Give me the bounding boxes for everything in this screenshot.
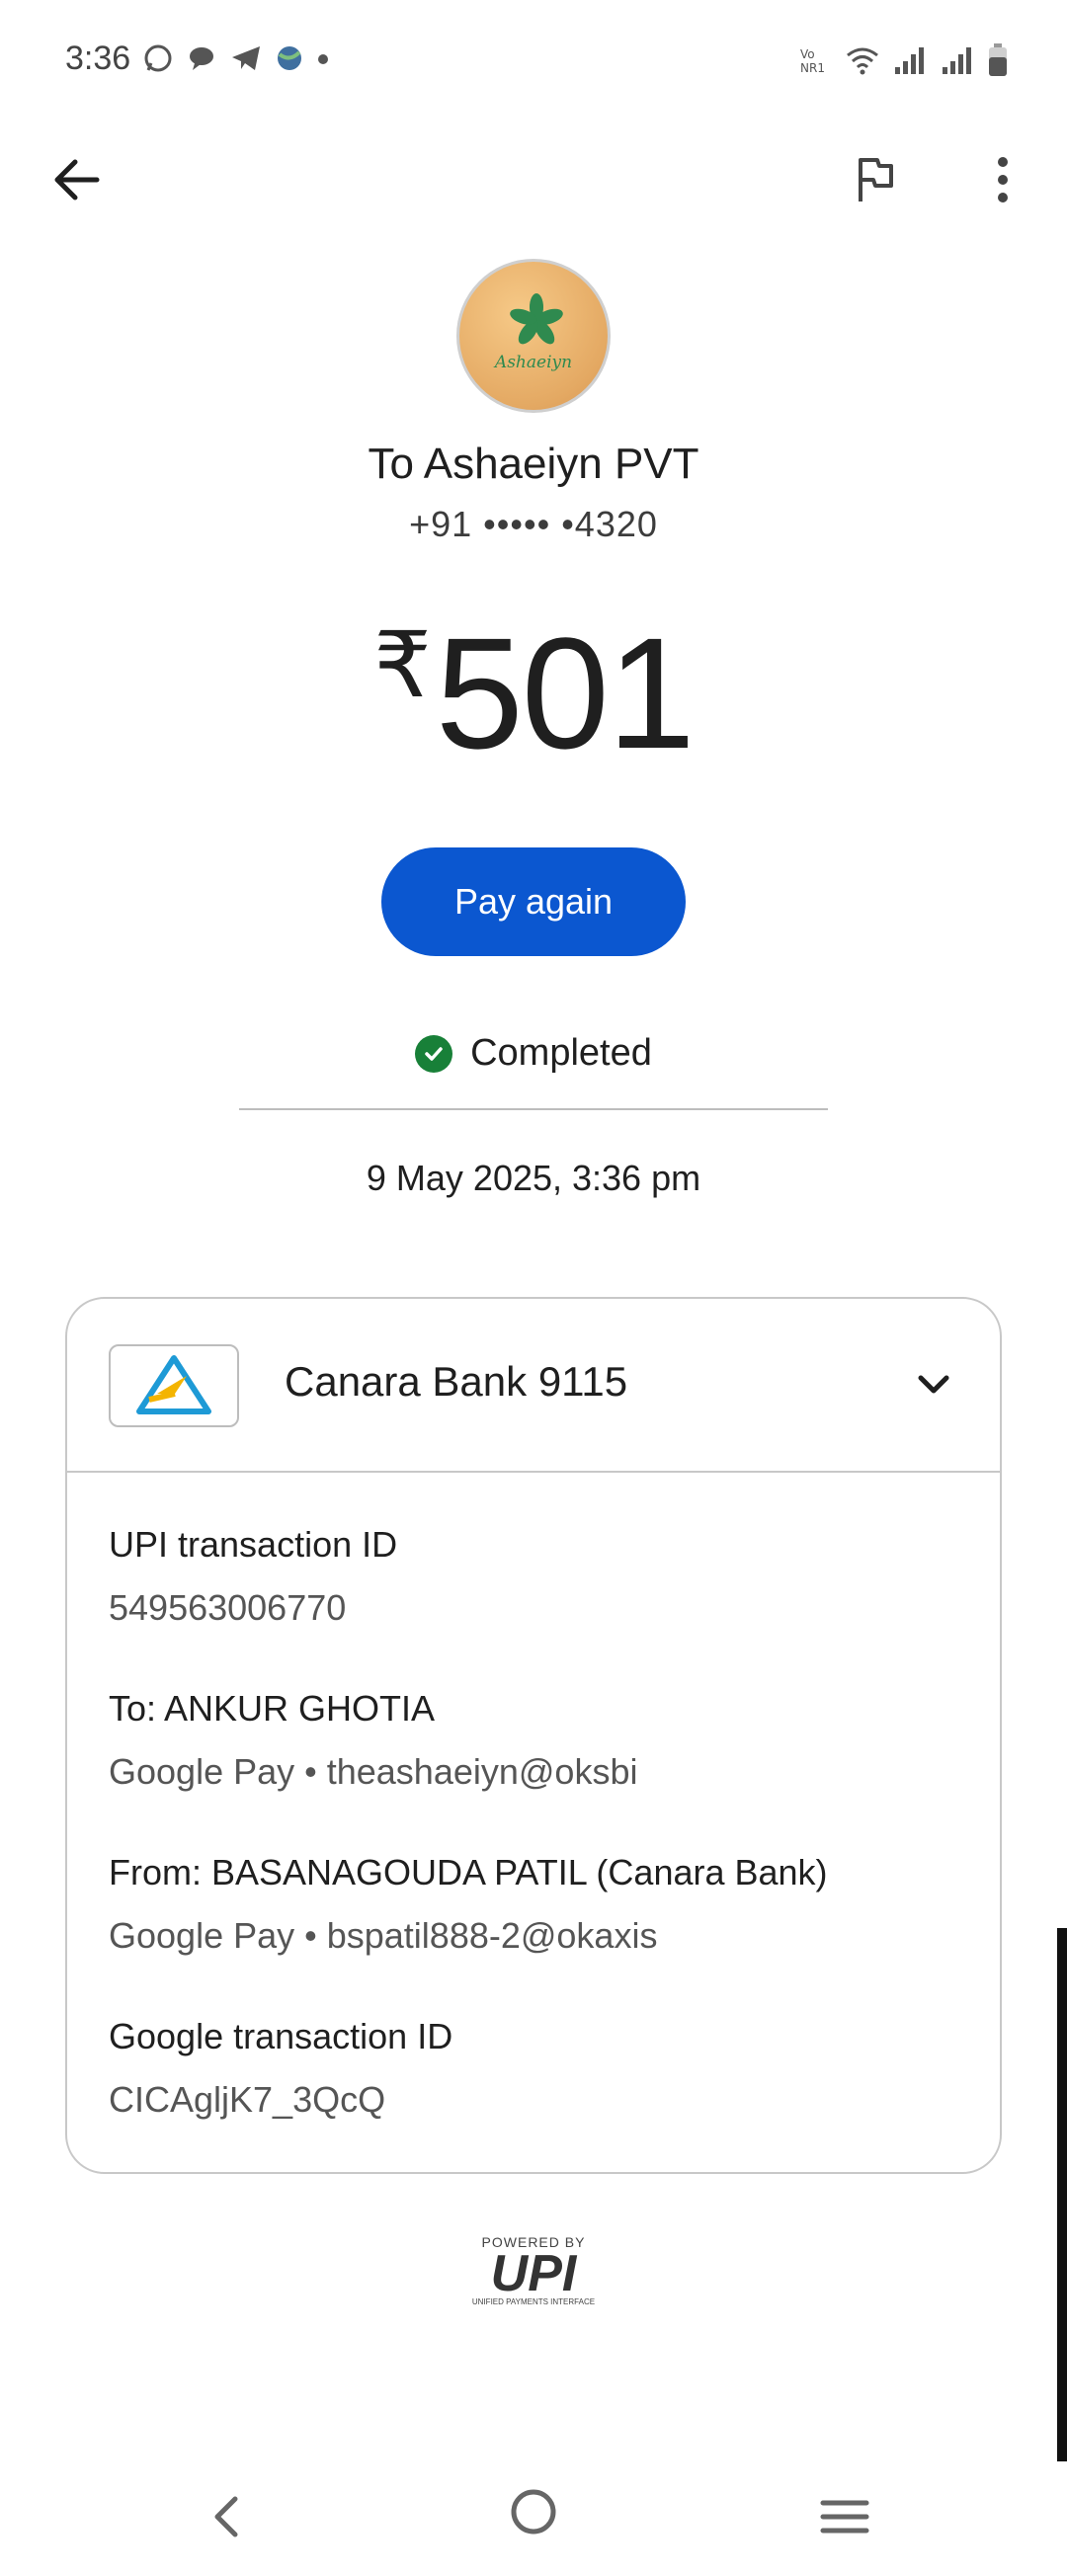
amount-value: 501 [435,604,696,781]
to-account: To: ANKUR GHOTIA Google Pay • theashaeiy… [109,1688,978,1793]
from-account: From: BASANAGOUDA PATIL (Canara Bank) Go… [109,1852,978,1957]
detail-label: From: BASANAGOUDA PATIL (Canara Bank) [109,1852,828,1892]
recipient-name: To Ashaeiyn PVT [368,440,699,488]
signal-sim2-icon [941,45,974,80]
browser-icon [276,44,303,77]
whatsapp-icon [143,43,173,78]
arrow-back-icon [54,159,100,201]
volte-icon: Vo NR1 [798,45,832,80]
detail-label: UPI transaction ID [109,1524,398,1565]
signal-sim1-icon [893,45,927,80]
more-vert-icon [998,157,1008,202]
transaction-date-time: 9 May 2025, 3:36 pm [366,1158,701,1198]
nav-home-button[interactable] [509,2487,558,2536]
detail-value: Google Pay • bspatil888-2@okaxis [109,1915,658,1956]
canara-bank-icon [136,1355,211,1414]
system-nav-bar [0,2469,1067,2576]
avatar-logo-text: Ashaeiyn [494,353,573,372]
transaction-details-card: Canara Bank 9115 UPI transaction ID 5495… [65,1297,1002,2174]
chat-bubble-icon [187,43,216,78]
scrollbar[interactable] [1057,1928,1067,2461]
more-notifications-dot-icon [317,52,329,70]
transaction-status: Completed [0,1032,1067,1075]
notification-icons [143,43,329,78]
pay-again-button[interactable]: Pay again [381,847,686,956]
detail-label: To: ANKUR GHOTIA [109,1688,436,1729]
battery-icon [988,43,1008,82]
bank-name: Canara Bank 9115 [285,1358,628,1405]
bank-account-row[interactable]: Canara Bank 9115 [67,1299,1000,1473]
expand-button[interactable] [909,1360,958,1409]
upi-subtext: UNIFIED PAYMENTS INTERFACE [471,2297,596,2306]
bank-logo [109,1344,239,1427]
check-circle-icon [415,1034,453,1073]
report-flag-button[interactable] [846,150,905,209]
upi-transaction-id: UPI transaction ID 549563006770 [109,1524,978,1629]
detail-value[interactable]: 549563006770 [109,1587,978,1629]
svg-text:Vo: Vo [800,47,815,61]
chevron-left-icon [214,2496,238,2537]
back-button[interactable] [47,150,107,209]
currency-symbol: ₹ [373,615,432,716]
status-time: 3:36 [65,40,131,77]
chevron-down-icon [918,1375,949,1394]
telegram-icon [230,43,262,78]
flag-icon [859,158,893,201]
recipient-avatar: Ashaeiyn [456,259,611,413]
upi-logo: POWERED BY UPI UNIFIED PAYMENTS INTERFAC… [459,2234,608,2313]
menu-lines-icon [820,2500,869,2534]
leaf-logo-icon [510,293,563,345]
nav-recents-button[interactable] [815,2487,874,2546]
detail-value[interactable]: CICAgljK7_3QcQ [109,2079,978,2121]
wifi-icon [846,45,879,80]
more-options-button[interactable] [973,150,1032,209]
system-status-icons: Vo NR1 [798,43,1008,82]
detail-label: Google transaction ID [109,2016,453,2056]
top-app-bar [0,138,1067,227]
divider [239,1108,828,1110]
svg-text:NR1: NR1 [800,61,825,75]
status-bar: 3:36 Vo NR1 [0,0,1067,123]
google-transaction-id: Google transaction ID CICAgljK7_3QcQ [109,2016,978,2121]
upi-text: UPI [490,2245,577,2302]
status-text: Completed [470,1032,652,1074]
recipient-phone: +91 ••••• •4320 [409,504,658,544]
home-circle-icon [511,2489,556,2535]
payment-amount: ₹501 [0,603,1067,784]
nav-back-button[interactable] [198,2487,257,2546]
detail-value: Google Pay • theashaeiyn@oksbi [109,1751,638,1792]
